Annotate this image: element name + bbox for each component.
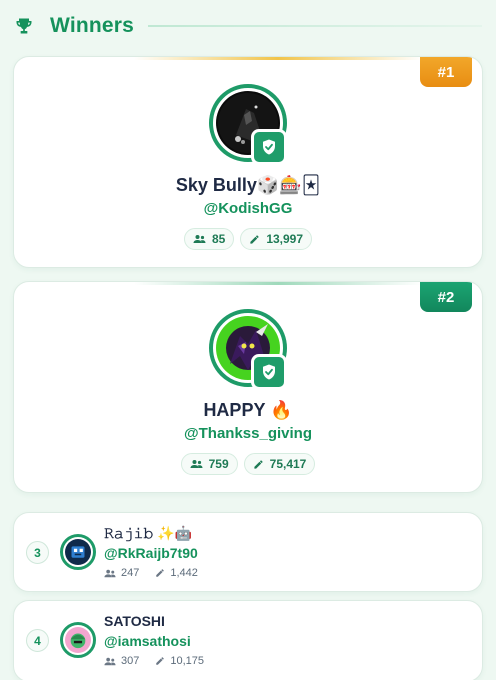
avatar[interactable] <box>209 84 287 165</box>
posts-count: 1,442 <box>170 567 198 579</box>
posts-count: 10,175 <box>170 655 205 667</box>
winner-stats: 307 10,175 <box>104 655 204 667</box>
users-icon <box>193 235 206 243</box>
rank-badge: #2 <box>420 282 472 312</box>
winner-stats: 247 1,442 <box>104 567 198 579</box>
trophy-icon <box>16 18 32 34</box>
followers-count: 247 <box>121 567 140 579</box>
avatar[interactable] <box>60 534 96 570</box>
header-divider <box>148 25 482 27</box>
followers-pill: 85 <box>183 228 235 250</box>
users-icon <box>104 657 116 665</box>
avatar[interactable] <box>60 622 96 658</box>
winner-name: HAPPY 🔥 <box>203 400 293 420</box>
followers-pill: 759 <box>180 453 238 475</box>
followers-count: 307 <box>121 655 140 667</box>
winner-card-2[interactable]: #2 HAPPY 🔥 @Thankss_giving 759 75,417 <box>13 281 483 493</box>
avatar-image <box>65 627 91 653</box>
winner-stats: 759 75,417 <box>14 453 482 475</box>
winner-row-4[interactable]: 4 SATOSHI @iamsathosi 307 10,175 <box>13 600 483 680</box>
winner-row-3[interactable]: 3 𝚁𝚊𝚓𝚒𝚋 ✨🤖 @RkRaijb7t90 247 1,442 <box>13 512 483 592</box>
avatar-image <box>65 539 91 565</box>
winner-handle[interactable]: @Thankss_giving <box>14 425 482 442</box>
posts-count: 13,997 <box>266 232 304 246</box>
pencil-icon <box>254 459 263 469</box>
winner-card-1[interactable]: #1 Sky Bully🎲🎰🃏 @KodishGG 85 13,997 <box>13 56 483 268</box>
winner-name: SATOSHI <box>104 613 165 629</box>
followers-count: 85 <box>211 232 226 246</box>
winner-handle[interactable]: @iamsathosi <box>104 633 191 649</box>
pencil-icon <box>250 234 259 244</box>
pencil-icon <box>156 569 165 577</box>
winner-stats: 85 13,997 <box>14 228 482 250</box>
rank-number: 4 <box>26 629 49 652</box>
rank-number: 3 <box>26 541 49 564</box>
posts-pill: 13,997 <box>240 228 313 250</box>
winner-name: 𝚁𝚊𝚓𝚒𝚋 ✨🤖 <box>104 525 193 541</box>
avatar[interactable] <box>209 309 287 390</box>
winner-name: Sky Bully🎲🎰🃏 <box>175 175 321 195</box>
winner-handle[interactable]: @KodishGG <box>14 200 482 217</box>
page-title: Winners <box>50 14 135 37</box>
winner-handle[interactable]: @RkRaijb7t90 <box>104 545 198 561</box>
verified-shield-icon <box>251 354 287 390</box>
users-icon <box>190 460 203 468</box>
posts-count: 75,417 <box>269 457 307 471</box>
posts-pill: 75,417 <box>243 453 316 475</box>
rank-badge: #1 <box>420 57 472 87</box>
followers-count: 759 <box>208 457 229 471</box>
users-icon <box>104 569 116 577</box>
winners-header: Winners <box>0 0 496 52</box>
pencil-icon <box>156 657 165 665</box>
verified-shield-icon <box>251 129 287 165</box>
